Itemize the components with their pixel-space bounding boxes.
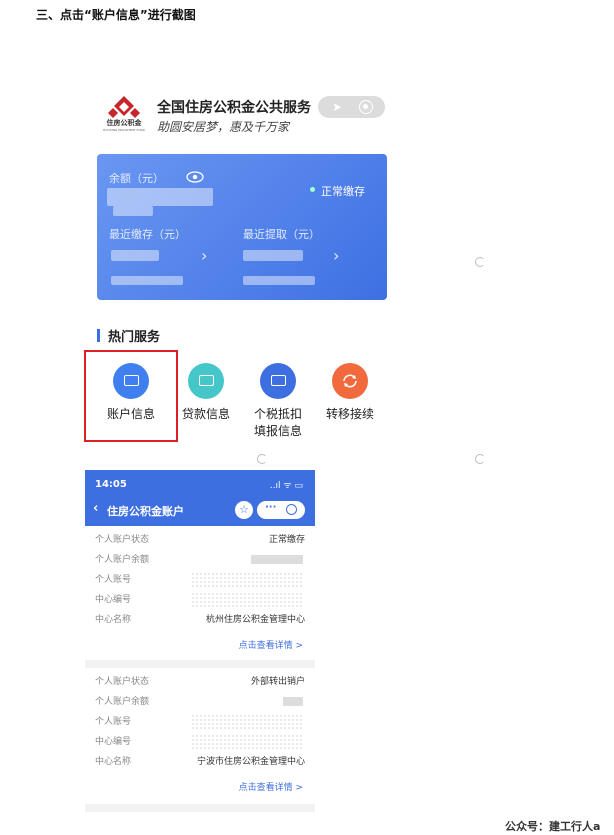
balance-row: 个人账户余额 [95,694,305,710]
hot-services-title: 热门服务 [108,330,161,345]
masked-value [191,572,303,588]
deposit-chevron-icon[interactable]: › [201,246,207,265]
red-highlight-box [84,350,178,442]
withdraw-chevron-icon[interactable]: › [333,246,339,265]
center-code-row: 中心编号 [95,734,305,750]
detail-link[interactable]: 点击查看详情 > [239,780,303,793]
recent-withdraw-masked [243,250,303,261]
masked-value [191,714,303,730]
tax-card-icon [260,363,296,399]
masked-value [283,697,303,706]
masked-value [191,592,303,608]
favorite-star-icon[interactable]: ☆ [235,501,253,519]
service-transfer[interactable]: 转移接续 [322,363,378,423]
recent-withdraw-label: 最近提取（元） [243,228,320,241]
phone-screenshot: 14:05 ..ıl ᯤ ▭ ‹ 住房公积金账户 ☆ ··· 个人账户状态 正常… [85,470,315,812]
app-slogan: 助圆安居梦，惠及千万家 [157,120,290,134]
status-dot-icon [310,187,315,192]
service-label: 个税抵扣 填报信息 [253,407,302,438]
deposit-date-masked [111,276,183,285]
masked-value [251,555,303,564]
housing-fund-logo: 住房公积金 HOUSING PROVIDENT FUND [103,94,145,134]
center-code-row: 中心编号 [95,592,305,608]
service-label: 转移接续 [325,407,374,421]
app-title: 全国住房公积金公共服务 [157,100,311,116]
masked-value [191,734,303,750]
miniprogram-capsule[interactable]: ➤ [318,96,385,118]
account-number-row: 个人账号 [95,572,305,588]
phone-navbar: 14:05 ..ıl ᯤ ▭ ‹ 住房公积金账户 ☆ ··· [85,470,315,526]
detail-link[interactable]: 点击查看详情 > [239,638,303,651]
service-loan-info[interactable]: 贷款信息 [178,363,234,423]
balance-row: 个人账户余额 [95,552,305,568]
account-block: 个人账户状态 正常缴存 个人账户余额 个人账号 中心编号 中心名称 杭州住房公积… [85,526,315,660]
status-icons: ..ıl ᯤ ▭ [269,481,303,491]
eye-icon[interactable] [186,171,204,183]
recent-deposit-masked [111,250,159,261]
loan-card-icon [188,363,224,399]
center-name-row: 中心名称 杭州住房公积金管理中心 [95,615,305,625]
service-label: 贷款信息 [181,407,230,421]
balance-value-masked [107,188,213,206]
balance-card: 余额（元） 正常缴存 最近缴存（元） 最近提取（元） › › [97,154,387,300]
withdraw-date-masked [243,276,315,285]
service-tax-deduction[interactable]: 个税抵扣 填报信息 [250,363,306,440]
loading-spinner-icon [257,454,267,464]
account-block: 个人账户状态 外部转出销户 个人账户余额 个人账号 中心编号 中心名称 宁波市住… [85,668,315,804]
close-icon[interactable] [286,504,297,515]
balance-value-masked-2 [113,206,153,216]
status-time: 14:05 [95,479,127,490]
status-row: 个人账户状态 外部转出销户 [95,677,305,687]
footer-watermark: 公众号：建工行人a [505,820,601,833]
logo-text: 住房公积金 [106,119,142,127]
center-name-row: 中心名称 宁波市住房公积金管理中心 [95,757,305,767]
account-status: 正常缴存 [321,185,365,198]
location-arrow-icon[interactable]: ➤ [332,100,342,114]
transfer-icon [332,363,368,399]
phone-capsule[interactable]: ··· [257,501,305,519]
loading-spinner-icon [475,454,485,464]
more-icon[interactable]: ··· [265,502,276,513]
loading-spinner-icon [475,257,485,267]
back-icon[interactable]: ‹ [93,501,98,516]
account-number-row: 个人账号 [95,714,305,730]
close-record-icon[interactable] [359,100,373,114]
section-heading: 三、点击“账户信息”进行截图 [36,8,196,22]
status-row: 个人账户状态 正常缴存 [95,535,305,545]
section-accent-bar [97,329,100,342]
logo-subtext: HOUSING PROVIDENT FUND [103,128,145,132]
nav-title: 住房公积金账户 [107,505,184,518]
recent-deposit-label: 最近缴存（元） [109,228,186,241]
balance-label: 余额（元） [109,172,164,185]
